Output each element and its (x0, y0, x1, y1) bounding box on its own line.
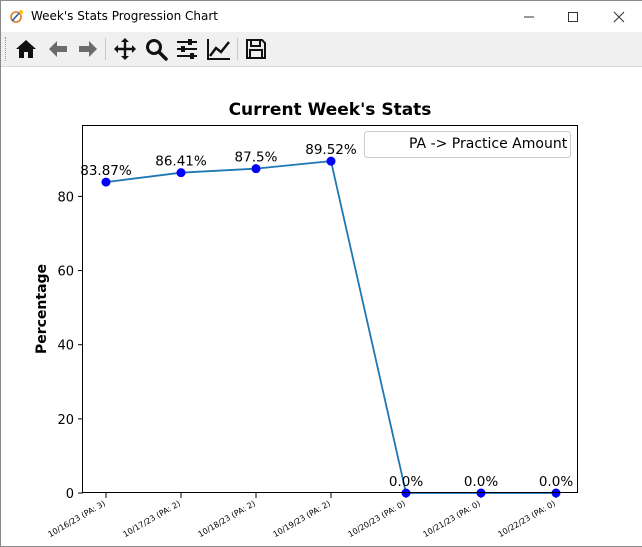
back-arrow-icon (49, 41, 67, 57)
pan-button[interactable] (112, 36, 138, 62)
window-title: Week's Stats Progression Chart (31, 9, 218, 23)
legend: PA -> Practice Amount (364, 131, 571, 158)
pan-icon (114, 38, 136, 60)
minimize-button[interactable] (506, 1, 552, 32)
x-tick-label: 10/19/23 (PA: 2) (271, 499, 332, 539)
chart-title: Current Week's Stats (229, 100, 432, 120)
edit-axis-button[interactable] (206, 36, 232, 62)
x-tick-label: 10/21/23 (PA: 0) (421, 499, 482, 539)
y-tick-label: 60 (57, 265, 74, 280)
configure-subplots-icon (177, 39, 197, 59)
plot-area-frame (82, 125, 578, 493)
forward-button[interactable] (75, 36, 101, 62)
maximize-button[interactable] (550, 1, 596, 32)
x-tick-label: 10/20/23 (PA: 0) (346, 499, 407, 539)
minimize-icon (524, 16, 534, 17)
save-button[interactable] (243, 36, 269, 62)
home-button[interactable] (13, 36, 39, 62)
maximize-icon (568, 11, 578, 22)
data-label: 89.52% (305, 142, 357, 158)
x-tick-label: 10/16/23 (PA: 3) (46, 499, 107, 539)
title-bar: Week's Stats Progression Chart (1, 1, 642, 32)
x-tick-label: 10/18/23 (PA: 2) (196, 499, 257, 539)
chart-canvas: Current Week's Stats Percentage 0 20 40 60 8… (34, 100, 578, 539)
forward-arrow-icon (79, 41, 97, 57)
close-button[interactable] (596, 1, 642, 32)
app-icon (10, 10, 23, 23)
y-tick-label: 20 (57, 413, 74, 428)
zoom-icon (146, 39, 168, 61)
toolbar-separator (105, 38, 106, 60)
data-label: 0.0% (389, 474, 423, 490)
y-tick-label: 80 (57, 190, 74, 205)
series-line (105, 160, 556, 494)
back-button[interactable] (45, 36, 71, 62)
legend-entry: PA -> Practice Amount (409, 136, 568, 152)
data-label: 0.0% (464, 474, 498, 490)
x-tick-label: 10/17/23 (PA: 2) (121, 499, 182, 539)
close-icon (613, 11, 625, 22)
data-label: 86.41% (155, 154, 207, 170)
y-tick-label: 0 (66, 487, 74, 502)
navigation-toolbar (1, 32, 642, 67)
zoom-button[interactable] (143, 36, 169, 62)
save-icon (246, 39, 266, 59)
toolbar-grip (5, 37, 9, 61)
data-label: 83.87% (80, 163, 132, 179)
edit-axis-icon (207, 39, 230, 60)
configure-subplots-button[interactable] (174, 36, 200, 62)
data-label: 0.0% (539, 474, 573, 490)
data-label: 87.5% (235, 150, 278, 166)
y-axis-label: Percentage (34, 264, 50, 354)
y-tick-label: 40 (57, 339, 74, 354)
home-icon (16, 40, 36, 58)
chart-window: Week's Stats Progression Chart Current W… (0, 0, 642, 547)
x-tick-label: 10/22/23 (PA: 0) (496, 499, 557, 539)
toolbar-separator (237, 38, 238, 60)
